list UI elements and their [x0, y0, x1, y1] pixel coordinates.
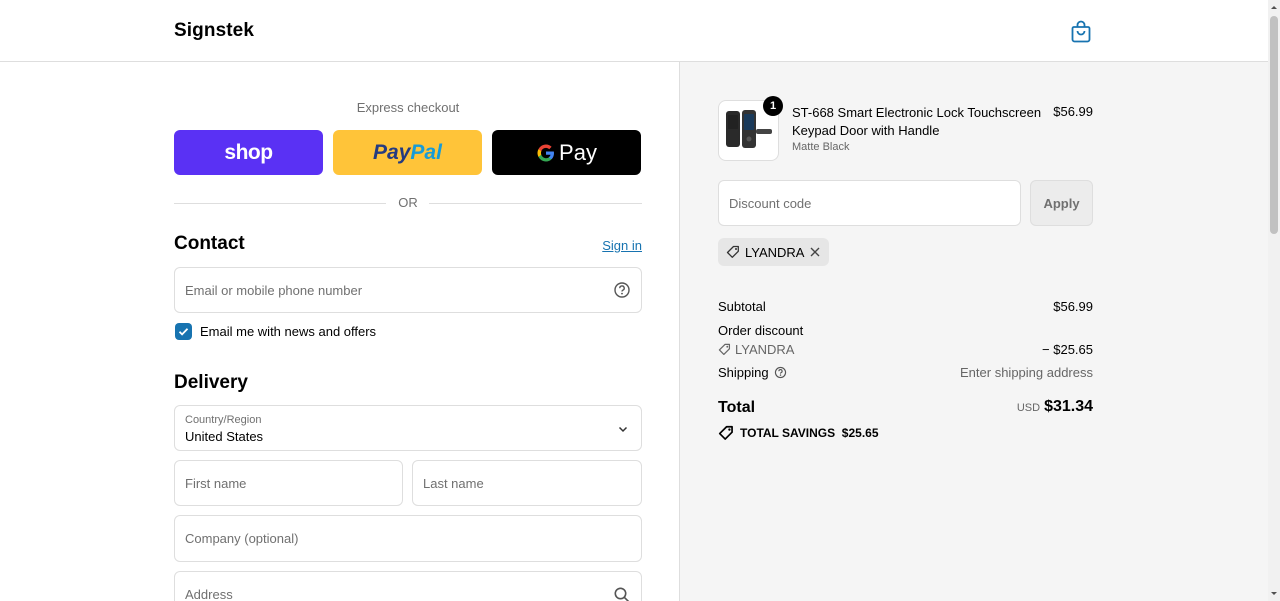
shipping-row: Shipping	[718, 365, 787, 380]
total-label: Total	[718, 399, 756, 416]
country-value: United States	[185, 429, 264, 444]
tag-icon	[726, 245, 739, 258]
shipping-label: Shipping	[718, 365, 769, 380]
first-name-field[interactable]	[174, 460, 403, 506]
google-pay-button[interactable]: Pay	[492, 130, 641, 175]
applied-discount-code: LYANDRA	[745, 245, 805, 260]
shopping-bag-icon[interactable]	[1070, 19, 1092, 43]
country-select[interactable]: Country/Region United States	[174, 405, 642, 451]
order-discount-label: Order discount	[718, 323, 804, 338]
subtotal-value: $56.99	[1053, 299, 1093, 314]
paypal-label-pay: Pay	[373, 140, 411, 164]
tag-icon	[718, 425, 733, 440]
paypal-label-pal: Pal	[410, 140, 442, 164]
header: Signstek	[0, 0, 1268, 62]
last-name-field[interactable]	[412, 460, 642, 506]
contact-heading: Contact	[174, 233, 245, 254]
scroll-down-icon[interactable]	[1270, 590, 1278, 598]
sign-in-link[interactable]: Sign in	[560, 238, 642, 253]
total-savings: TOTAL SAVINGS $25.65	[718, 425, 879, 441]
country-label: Country/Region	[185, 414, 262, 426]
product-price: $56.99	[1053, 104, 1093, 119]
newsletter-checkbox[interactable]	[175, 323, 192, 340]
total-value: $31.34	[1044, 398, 1093, 415]
last-name-input[interactable]	[413, 461, 641, 505]
paypal-button[interactable]: Pay Pal	[333, 130, 482, 175]
scroll-up-icon[interactable]	[1270, 3, 1278, 11]
chevron-down-icon	[618, 426, 628, 433]
applied-discount-chip: LYANDRA	[718, 238, 829, 266]
express-checkout-title: Express checkout	[356, 100, 460, 115]
discount-code-field[interactable]	[718, 180, 1021, 226]
tag-icon	[718, 343, 731, 356]
page-scrollbar[interactable]	[1268, 0, 1280, 601]
help-circle-icon[interactable]	[774, 366, 787, 379]
total-value-group: USD $31.34	[960, 398, 1093, 416]
or-label: OR	[398, 195, 418, 210]
email-input[interactable]	[175, 268, 641, 312]
discount-value: − $25.65	[1042, 342, 1093, 357]
checkmark-icon	[178, 328, 189, 336]
quantity-badge: 1	[763, 96, 783, 116]
discount-code-row: LYANDRA	[718, 342, 794, 357]
shipping-value: Enter shipping address	[960, 365, 1093, 380]
newsletter-label[interactable]: Email me with news and offers	[200, 324, 376, 339]
help-circle-icon[interactable]	[613, 281, 631, 299]
delivery-heading: Delivery	[174, 372, 248, 393]
company-input[interactable]	[175, 516, 641, 561]
first-name-input[interactable]	[175, 461, 402, 505]
scrollbar-thumb[interactable]	[1270, 16, 1278, 234]
company-field[interactable]	[174, 515, 642, 562]
or-divider: OR	[174, 195, 642, 211]
discount-code-input[interactable]	[719, 181, 1020, 225]
savings-label: TOTAL SAVINGS	[740, 426, 836, 440]
shop-pay-label: shop	[224, 140, 273, 164]
search-icon[interactable]	[613, 586, 631, 601]
google-pay-label: Pay	[559, 139, 597, 165]
savings-value: $25.65	[841, 426, 879, 440]
apply-discount-button[interactable]: Apply	[1030, 180, 1093, 226]
address-field[interactable]	[174, 571, 642, 601]
close-icon[interactable]	[809, 246, 821, 258]
product-variant: Matte Black	[792, 141, 850, 153]
shop-pay-button[interactable]: shop	[174, 130, 323, 175]
discount-code-label: LYANDRA	[735, 342, 795, 357]
subtotal-label: Subtotal	[718, 299, 766, 314]
google-g-icon	[537, 144, 555, 161]
total-currency: USD	[1016, 402, 1041, 414]
email-field[interactable]	[174, 267, 642, 313]
product-name: ST-668 Smart Electronic Lock Touchscreen…	[792, 105, 1042, 138]
brand-logo[interactable]: Signstek	[174, 20, 254, 42]
address-input[interactable]	[175, 572, 641, 601]
